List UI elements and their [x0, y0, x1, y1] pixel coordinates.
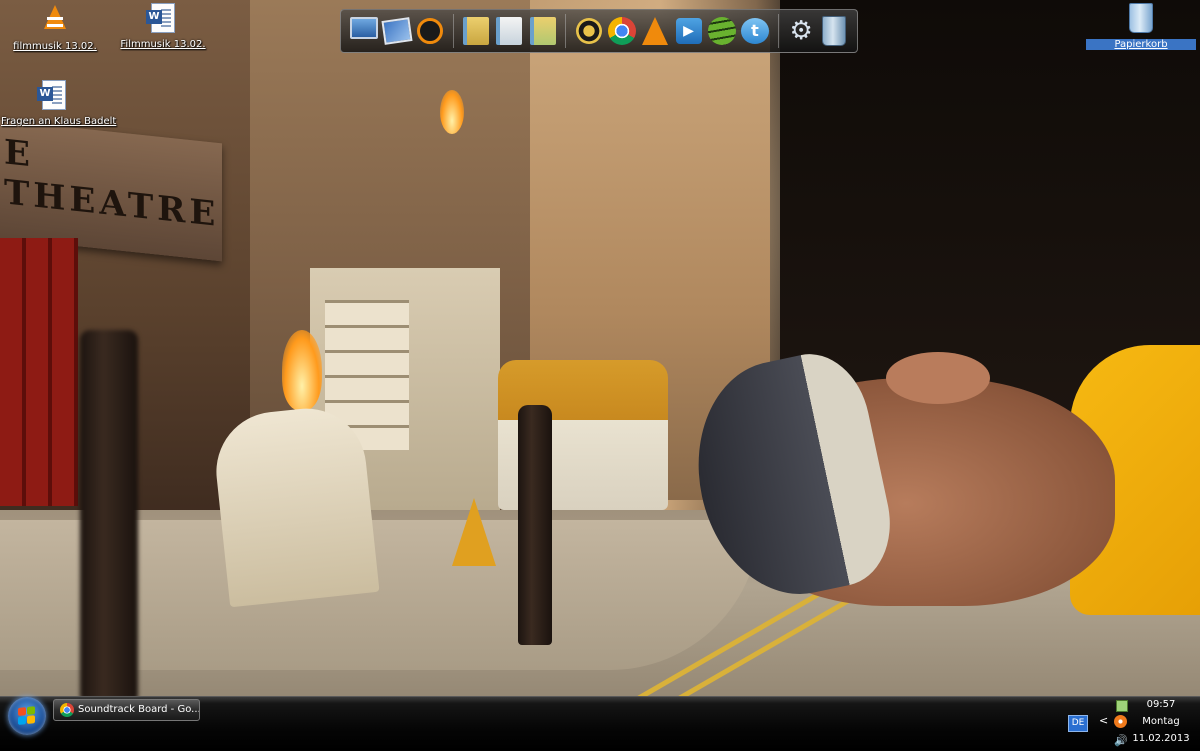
vlc-icon — [39, 5, 71, 37]
taskbar-button-chrome-window[interactable]: Soundtrack Board - Go... — [53, 699, 200, 721]
desktop-icon-label: Papierkorb — [1086, 39, 1196, 50]
vlc-icon — [642, 17, 669, 45]
desktop-icon-label: Filmmusik 13.02. — [120, 39, 206, 50]
dock-separator — [565, 14, 567, 48]
recycle-bin-icon — [822, 16, 847, 46]
desktop-wallpaper: E THEATRE — [0, 0, 1200, 696]
dock-separator — [452, 14, 454, 48]
folder-documents-icon — [463, 17, 490, 45]
wallpaper-red-door — [0, 238, 78, 506]
word-document-icon: W — [146, 3, 179, 35]
windows-logo-icon — [18, 706, 36, 726]
dock-item-tools[interactable] — [574, 16, 603, 46]
clock-date[interactable]: 11.02.2013 — [1126, 733, 1196, 744]
wallpaper-sandwich-board — [210, 402, 380, 608]
dock-item-chat[interactable]: t — [740, 16, 769, 46]
wallpaper-traffic-cone — [452, 498, 496, 566]
wallpaper-fire — [282, 330, 322, 410]
taskbar-button-label: Soundtrack Board - Go... — [78, 704, 200, 715]
desktop-icon-recycle-bin[interactable]: Papierkorb — [1086, 3, 1196, 50]
folder-music-icon — [529, 17, 556, 45]
dock-item-music[interactable] — [528, 16, 557, 46]
wallpaper-bollard — [518, 405, 552, 645]
dock-item-computer[interactable] — [349, 16, 378, 46]
dock-item-display[interactable] — [381, 16, 413, 46]
dock-item-pictures[interactable] — [495, 16, 524, 46]
desktop-icon-label: Fragen an Klaus Badelt — [1, 116, 117, 127]
chrome-icon — [608, 17, 637, 45]
display-icon — [381, 17, 413, 45]
dock-item-vlc[interactable] — [641, 16, 670, 46]
folder-pictures-icon — [496, 17, 523, 45]
wallpaper-ear — [886, 352, 990, 404]
taskbar: Soundtrack Board - Go... DE < 🔊 09:57 Mo… — [0, 696, 1200, 751]
dock-item-documents[interactable] — [462, 16, 491, 46]
start-button[interactable] — [8, 697, 46, 735]
desktop-icon-filmmusik-vlc[interactable]: filmmusik 13.02. — [0, 3, 110, 52]
orange-ring-app-icon — [417, 18, 444, 44]
desktop-icon-filmmusik-doc[interactable]: W Filmmusik 13.02. — [108, 3, 218, 50]
wallpaper-fire-small — [440, 90, 464, 134]
dock-item-settings[interactable]: ⚙ — [787, 16, 816, 46]
dock-separator — [777, 14, 779, 48]
dock-item-spotify[interactable] — [707, 16, 736, 46]
chrome-icon — [60, 703, 74, 717]
chat-icon: t — [740, 18, 769, 44]
desktop-icon-fragen-doc[interactable]: W Fragen an Klaus Badelt — [0, 80, 117, 127]
tools-icon — [575, 18, 602, 44]
clock-time[interactable]: 09:57 — [1126, 699, 1196, 710]
dock-item-recycle-bin[interactable] — [820, 16, 849, 46]
language-indicator[interactable]: DE — [1068, 715, 1088, 732]
dock-item-chrome[interactable] — [607, 16, 637, 46]
computer-icon — [349, 17, 378, 39]
clock-day[interactable]: Montag — [1126, 716, 1196, 727]
dock-item-media-player[interactable]: ▶ — [674, 16, 703, 46]
word-document-icon: W — [37, 80, 70, 112]
dock-item-orange-app[interactable] — [415, 16, 444, 46]
recycle-bin-icon — [1125, 3, 1157, 35]
media-player-icon: ▶ — [675, 18, 702, 44]
desktop-icon-label: filmmusik 13.02. — [13, 41, 97, 52]
settings-gear-icon: ⚙ — [789, 16, 813, 46]
show-hidden-icons-chevron[interactable]: < — [1099, 714, 1108, 727]
spotify-icon — [707, 17, 736, 45]
application-dock: ▶ t ⚙ — [340, 9, 858, 53]
wallpaper-bollard-foreground — [80, 330, 138, 696]
